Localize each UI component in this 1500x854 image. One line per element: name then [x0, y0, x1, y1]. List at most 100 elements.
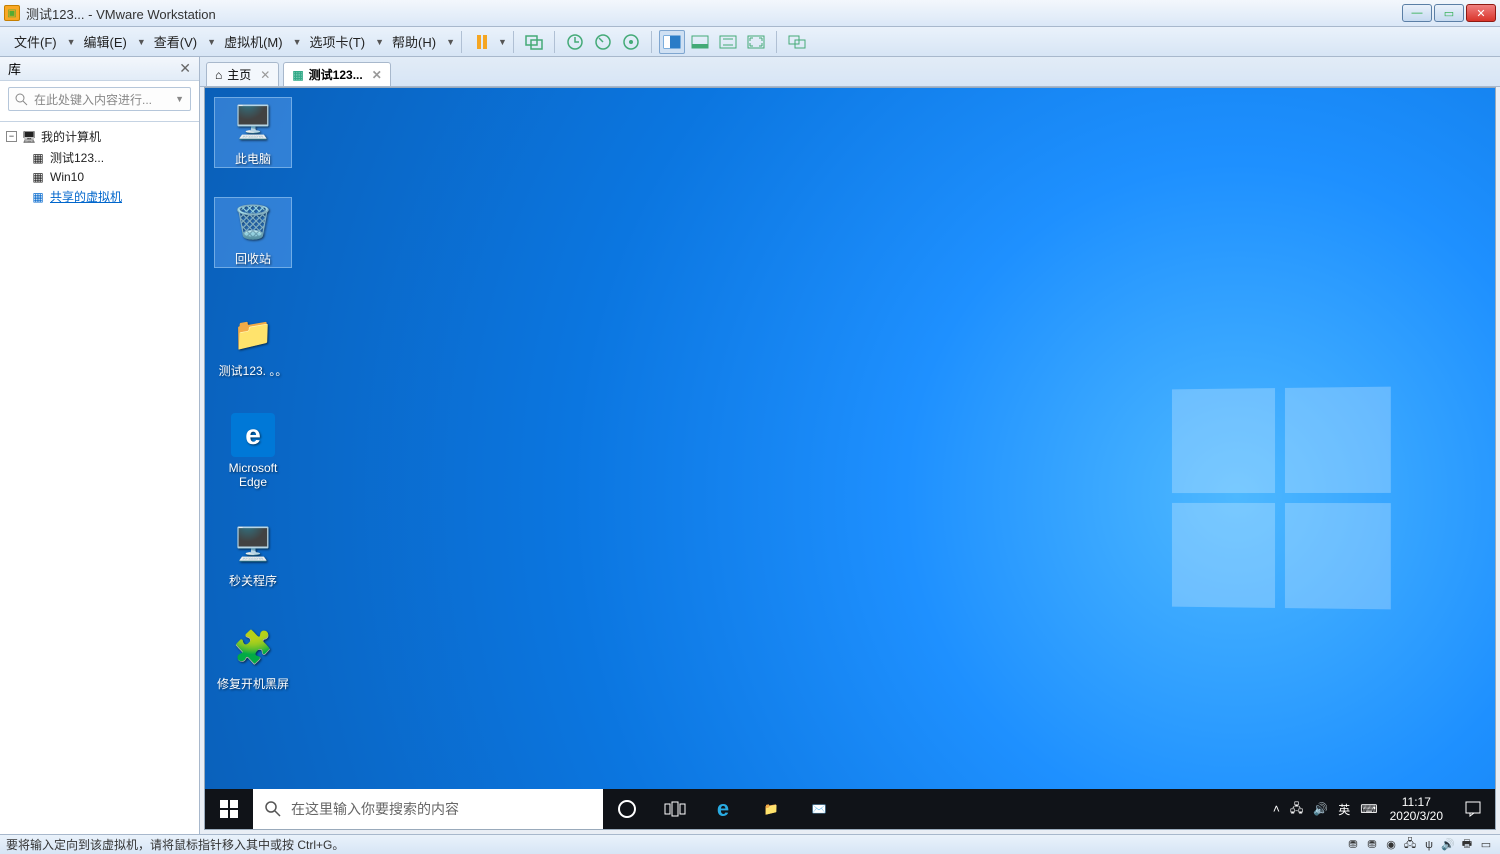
home-icon: ⌂	[215, 68, 222, 82]
pause-button[interactable]	[469, 30, 495, 54]
tree-root-label: 我的计算机	[41, 128, 101, 145]
fix-tool-icon: 🧩	[229, 623, 277, 671]
tree-item-shared-vms[interactable]: ▦ 共享的虚拟机	[2, 186, 197, 207]
vm-icon: ▦	[30, 170, 46, 184]
tray-chevron-icon[interactable]: ˄	[1273, 802, 1280, 816]
clock-date: 2020/3/20	[1390, 809, 1443, 823]
menubar: 文件(F)▼ 编辑(E)▼ 查看(V)▼ 虚拟机(M)▼ 选项卡(T)▼ 帮助(…	[0, 27, 1500, 57]
tray-keyboard-icon[interactable]: ⌨	[1360, 802, 1377, 816]
desktop-icon-recycle-bin[interactable]: 🗑️ 回收站	[215, 198, 291, 267]
unity-button[interactable]	[784, 30, 810, 54]
task-view-button[interactable]	[651, 789, 699, 829]
tab-vm-label: 测试123...	[309, 66, 363, 83]
tab-home[interactable]: ⌂ 主页 ✕	[206, 62, 279, 86]
status-hdd-icon[interactable]: ⛃	[1345, 838, 1361, 852]
taskbar-search-placeholder: 在这里输入你要搜索的内容	[291, 799, 459, 819]
tray-ime-indicator[interactable]: 英	[1338, 801, 1350, 818]
library-tree: − 🖥 我的计算机 ▦ 测试123... ▦ Win10 ▦ 共享的虚拟机	[0, 121, 199, 834]
shutdown-tool-icon: 🖥️	[229, 520, 277, 568]
minimize-button[interactable]: —	[1402, 4, 1432, 22]
library-sidebar: 库 ✕ 在此处键入内容进行... ▼ − 🖥 我的计算机 ▦ 测试123... …	[0, 57, 200, 834]
status-device-icons: ⛃ ⛃ ◉ 🖧 ψ 🔊 🖶 ▭	[1345, 838, 1494, 852]
status-printer-icon[interactable]: 🖶	[1459, 838, 1475, 852]
search-dropdown-icon[interactable]: ▼	[175, 94, 184, 104]
status-usb-icon[interactable]: ψ	[1421, 838, 1437, 852]
fullscreen-button[interactable]	[743, 30, 769, 54]
snapshot-button[interactable]	[562, 30, 588, 54]
main-area: 库 ✕ 在此处键入内容进行... ▼ − 🖥 我的计算机 ▦ 测试123... …	[0, 57, 1500, 834]
desktop-icon-label: 回收站	[215, 250, 291, 267]
tree-item-label: Win10	[50, 170, 84, 184]
tray-volume-icon[interactable]: 🔊	[1313, 802, 1328, 816]
guest-taskbar: 在这里输入你要搜索的内容 e 📁 ✉️ ˄ 🖧 🔊 英 ⌨ 11:17 2020	[205, 789, 1495, 829]
menu-file[interactable]: 文件(F)	[6, 28, 65, 55]
library-label: 库	[8, 59, 179, 78]
taskbar-mail-button[interactable]: ✉️	[795, 789, 843, 829]
desktop-icon-label: 此电脑	[215, 150, 291, 167]
content-area: ⌂ 主页 ✕ ▦ 测试123... ✕ 🖥️ 此电脑 🗑️ 回收站 📁	[200, 57, 1500, 834]
tab-close-icon[interactable]: ✕	[372, 68, 382, 82]
start-button[interactable]	[205, 789, 253, 829]
shared-vm-icon: ▦	[30, 190, 46, 204]
close-button[interactable]: ✕	[1466, 4, 1496, 22]
status-display-icon[interactable]: ▭	[1478, 838, 1494, 852]
windows-start-icon	[220, 800, 238, 818]
menu-edit[interactable]: 编辑(E)	[76, 28, 135, 55]
tree-root-my-computer[interactable]: − 🖥 我的计算机	[2, 126, 197, 147]
menu-help[interactable]: 帮助(H)	[384, 28, 444, 55]
tree-item-vm-1[interactable]: ▦ 测试123...	[2, 147, 197, 168]
windows-logo	[1172, 387, 1391, 610]
desktop-icon-label: Microsoft Edge	[215, 461, 291, 489]
thumbnail-view-button[interactable]	[687, 30, 713, 54]
stretch-button[interactable]	[715, 30, 741, 54]
pc-icon: 🖥️	[229, 98, 277, 146]
desktop-icon-label: 修复开机黑屏	[215, 675, 291, 692]
window-title: 测试123... - VMware Workstation	[26, 4, 1402, 23]
cortana-button[interactable]	[603, 789, 651, 829]
desktop-icon-folder[interactable]: 📁 测试123. 。。	[215, 310, 291, 379]
desktop-icon-edge[interactable]: e Microsoft Edge	[215, 413, 291, 489]
snapshot-manager-button[interactable]	[618, 30, 644, 54]
menu-vm[interactable]: 虚拟机(M)	[216, 28, 291, 55]
vm-icon: ▦	[292, 68, 303, 82]
vmware-app-icon: ▣	[4, 5, 20, 21]
tree-collapse-icon[interactable]: −	[6, 131, 17, 142]
status-message: 要将输入定向到该虚拟机，请将鼠标指针移入其中或按 Ctrl+G。	[6, 836, 1345, 853]
taskbar-search-input[interactable]: 在这里输入你要搜索的内容	[253, 789, 603, 829]
tab-close-icon[interactable]: ✕	[260, 68, 270, 82]
status-network-icon[interactable]: 🖧	[1402, 838, 1418, 852]
desktop-icon-this-pc[interactable]: 🖥️ 此电脑	[215, 98, 291, 167]
status-sound-icon[interactable]: 🔊	[1440, 838, 1456, 852]
clock-time: 11:17	[1390, 795, 1443, 809]
library-close-button[interactable]: ✕	[179, 60, 191, 77]
revert-snapshot-button[interactable]	[590, 30, 616, 54]
taskbar-clock[interactable]: 11:17 2020/3/20	[1382, 795, 1451, 824]
edge-icon: e	[231, 413, 275, 457]
menu-view[interactable]: 查看(V)	[146, 28, 205, 55]
menu-tabs[interactable]: 选项卡(T)	[301, 28, 373, 55]
library-search-input[interactable]: 在此处键入内容进行... ▼	[8, 87, 191, 111]
desktop-icon-shutdown-tool[interactable]: 🖥️ 秒关程序	[215, 520, 291, 589]
status-cd-icon[interactable]: ◉	[1383, 838, 1399, 852]
send-ctrl-alt-del-button[interactable]	[521, 30, 547, 54]
tab-vm[interactable]: ▦ 测试123... ✕	[283, 62, 390, 86]
recycle-icon: 🗑️	[229, 198, 277, 246]
tree-item-vm-2[interactable]: ▦ Win10	[2, 168, 197, 186]
desktop-icon-label: 测试123. 。。	[215, 362, 291, 379]
status-hdd-icon[interactable]: ⛃	[1364, 838, 1380, 852]
taskbar-explorer-button[interactable]: 📁	[747, 789, 795, 829]
maximize-button[interactable]: ▭	[1434, 4, 1464, 22]
folder-icon: 📁	[229, 310, 277, 358]
console-view-button[interactable]	[659, 30, 685, 54]
vm-tabs: ⌂ 主页 ✕ ▦ 测试123... ✕	[200, 57, 1500, 87]
tray-network-icon[interactable]: 🖧	[1290, 799, 1303, 820]
desktop-icon-label: 秒关程序	[215, 572, 291, 589]
library-header: 库 ✕	[0, 57, 199, 81]
desktop-icon-fix-blackscreen[interactable]: 🧩 修复开机黑屏	[215, 623, 291, 692]
computer-icon: 🖥	[21, 130, 37, 144]
tree-item-label: 共享的虚拟机	[50, 188, 122, 205]
action-center-button[interactable]	[1451, 789, 1495, 829]
vm-guest-screen[interactable]: 🖥️ 此电脑 🗑️ 回收站 📁 测试123. 。。 e Microsoft Ed…	[204, 87, 1496, 830]
titlebar: ▣ 测试123... - VMware Workstation — ▭ ✕	[0, 0, 1500, 27]
taskbar-edge-button[interactable]: e	[699, 789, 747, 829]
